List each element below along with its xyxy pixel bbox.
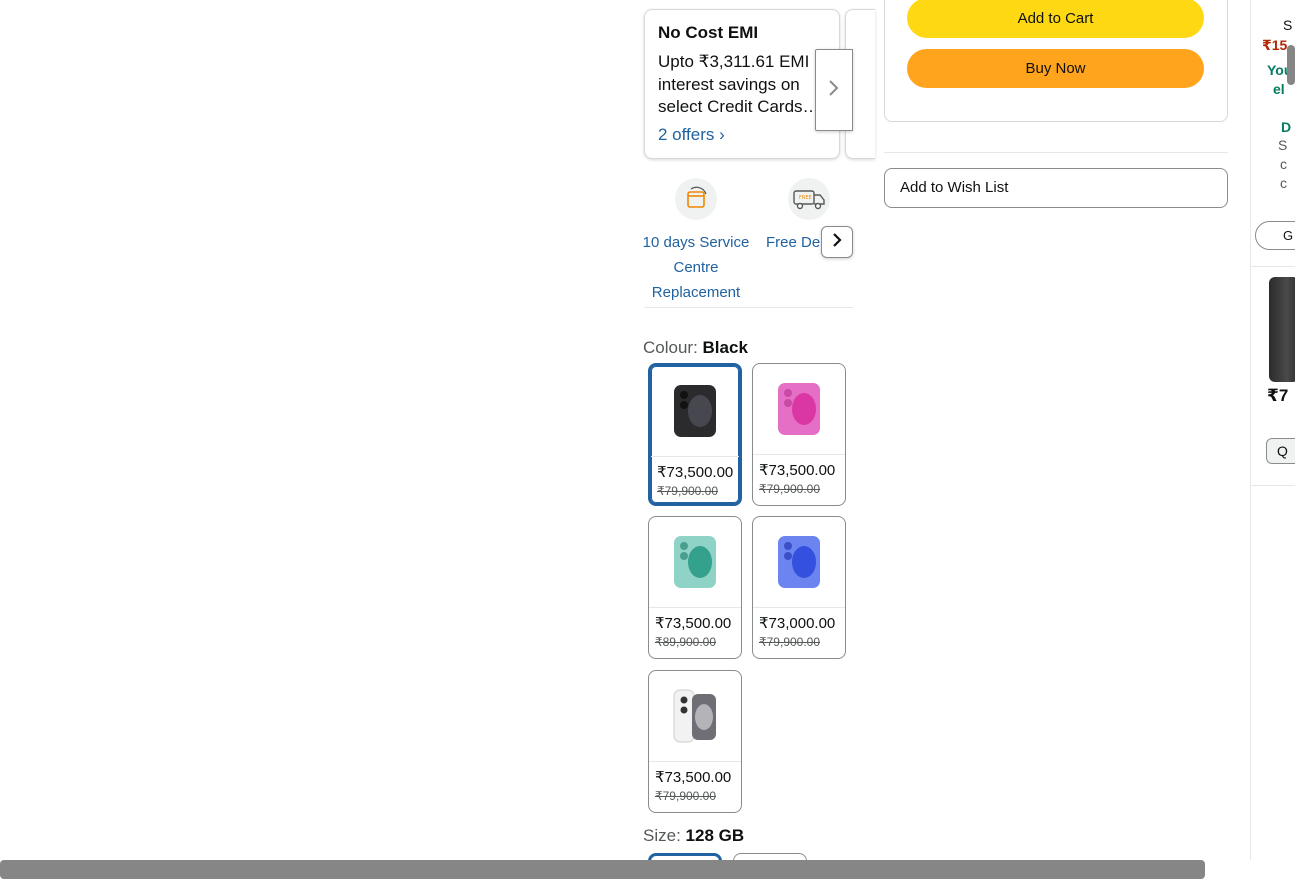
size-selected-value: 128 GB bbox=[685, 826, 745, 845]
swatch-mrp: ₹79,900.00 bbox=[655, 789, 717, 803]
swatch-price: ₹73,500.00 bbox=[655, 769, 732, 786]
vertical-scrollbar[interactable] bbox=[1287, 45, 1295, 85]
quantity-select[interactable]: Q bbox=[1266, 438, 1295, 464]
offers-link[interactable]: 2 offers › bbox=[658, 125, 725, 145]
right-panel-divider bbox=[1251, 485, 1295, 486]
right-panel-text: S bbox=[1283, 17, 1293, 33]
swatch-mrp: ₹79,900.00 bbox=[759, 482, 821, 496]
buy-now-button[interactable]: Buy Now bbox=[907, 49, 1204, 88]
swatch-mrp: ₹79,900.00 bbox=[657, 484, 719, 498]
colour-swatch-white[interactable]: ₹73,500.00 ₹79,900.00 bbox=[648, 670, 742, 813]
phone-image bbox=[651, 366, 739, 457]
right-panel-text: D bbox=[1281, 119, 1292, 135]
related-product-image[interactable] bbox=[1269, 277, 1295, 382]
chevron-right-icon bbox=[831, 232, 843, 253]
service-replacement-icon bbox=[675, 178, 717, 220]
swatch-price: ₹73,500.00 bbox=[655, 615, 732, 632]
right-panel-price: ₹15 bbox=[1262, 37, 1288, 53]
right-panel-text: S bbox=[1278, 137, 1288, 153]
colour-label: Colour: Black bbox=[643, 338, 748, 358]
chevron-right-icon bbox=[828, 79, 840, 102]
free-delivery-icon: FREE bbox=[788, 178, 830, 220]
buybox-divider bbox=[884, 152, 1228, 153]
swatch-price: ₹73,500.00 bbox=[657, 464, 734, 481]
offers-carousel-next-button[interactable] bbox=[815, 49, 853, 131]
add-to-cart-button[interactable]: Add to Cart bbox=[907, 0, 1204, 38]
feature-label: 10 days Service Centre Replacement bbox=[642, 234, 750, 301]
phone-image bbox=[753, 517, 845, 608]
swatch-mrp: ₹79,900.00 bbox=[759, 635, 821, 649]
colour-swatch-ultramarine[interactable]: ₹73,000.00 ₹79,900.00 bbox=[752, 516, 846, 659]
offer-card-no-cost-emi[interactable]: No Cost EMI Upto ₹3,311.61 EMI interest … bbox=[644, 9, 840, 159]
product-page: No Cost EMI Upto ₹3,311.61 EMI interest … bbox=[0, 0, 1295, 879]
swatch-price: ₹73,000.00 bbox=[759, 615, 836, 632]
features-carousel-next-button[interactable] bbox=[821, 226, 853, 258]
right-panel-divider bbox=[1251, 266, 1295, 267]
related-product-price: ₹7 bbox=[1267, 386, 1289, 405]
right-panel-text: c bbox=[1280, 156, 1287, 172]
swatch-mrp: ₹89,900.00 bbox=[655, 635, 717, 649]
colour-label-prefix: Colour: bbox=[643, 338, 703, 357]
add-to-wish-list-button[interactable]: Add to Wish List bbox=[884, 168, 1228, 208]
section-divider bbox=[644, 307, 853, 308]
colour-selected-value: Black bbox=[702, 338, 748, 357]
feature-service-replacement[interactable]: 10 days Service Centre Replacement bbox=[640, 178, 752, 305]
phone-image bbox=[753, 364, 845, 455]
horizontal-scrollbar[interactable] bbox=[0, 860, 1205, 879]
svg-text:FREE: FREE bbox=[799, 195, 812, 201]
colour-swatch-pink[interactable]: ₹73,500.00 ₹79,900.00 bbox=[752, 363, 846, 506]
swatch-price: ₹73,500.00 bbox=[759, 462, 836, 479]
colour-swatch-black[interactable]: ₹73,500.00 ₹79,900.00 bbox=[648, 363, 742, 506]
size-label: Size: 128 GB bbox=[643, 826, 744, 846]
right-panel-text: c bbox=[1280, 175, 1287, 191]
offer-title: No Cost EMI bbox=[658, 23, 759, 42]
size-label-prefix: Size: bbox=[643, 826, 686, 845]
phone-image bbox=[649, 671, 741, 762]
phone-image bbox=[649, 517, 741, 608]
offer-body: Upto ₹3,311.61 EMI interest savings on s… bbox=[658, 52, 820, 116]
right-panel-button[interactable]: G bbox=[1255, 221, 1295, 250]
right-panel-border bbox=[1250, 0, 1251, 860]
colour-swatch-teal[interactable]: ₹73,500.00 ₹89,900.00 bbox=[648, 516, 742, 659]
right-panel-text: el bbox=[1273, 81, 1285, 97]
